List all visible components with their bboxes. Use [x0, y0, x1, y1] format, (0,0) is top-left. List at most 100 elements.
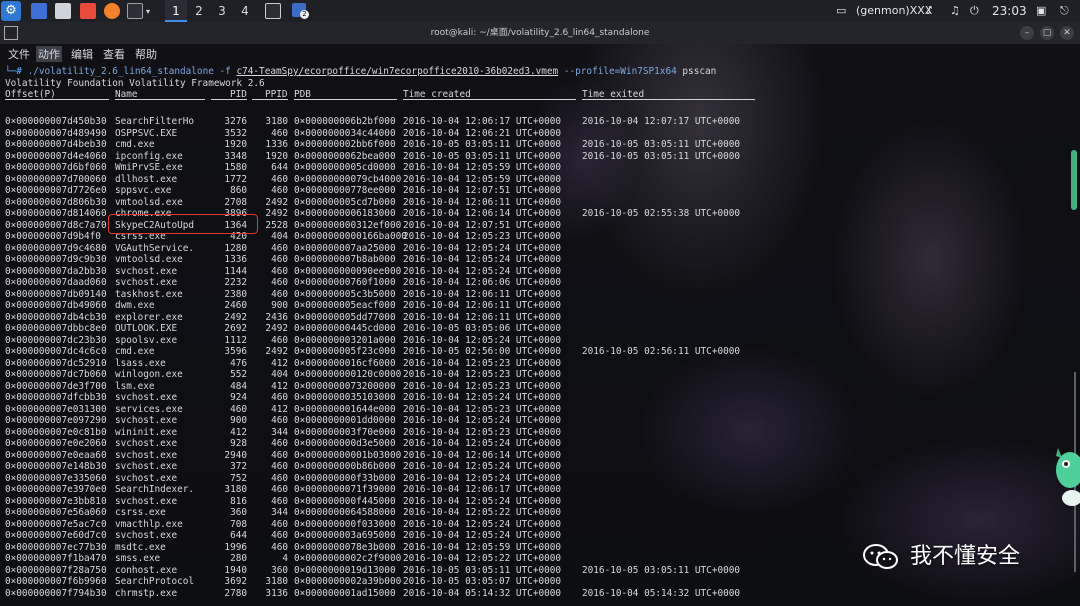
display-icon[interactable]: ▭: [836, 0, 846, 22]
terminal-launcher-icon[interactable]: [127, 3, 143, 19]
cell-exited: 2016-10-05 02:55:38 UTC+0000: [582, 208, 741, 219]
menu-view[interactable]: 查看: [103, 46, 125, 62]
volume-icon[interactable]: ♪: [926, 0, 933, 22]
table-row: 0×000000007e60d7c0 svchost.exe 644 460 0×000…: [0, 530, 800, 542]
cell-ppid: 900: [271, 300, 288, 311]
maximize-button[interactable]: ▢: [1040, 26, 1054, 40]
table-row: 0×000000007da2bb30 svchost.exe 1144 460 0×00…: [0, 266, 800, 278]
cell-name: sppsvc.exe: [115, 185, 172, 196]
chevron-down-icon[interactable]: ▾: [146, 7, 150, 16]
cell-offset: 0×000000007e148b30: [5, 461, 107, 472]
workspace-2[interactable]: 2: [188, 0, 210, 22]
file-manager-icon[interactable]: [55, 3, 71, 19]
cell-offset: 0×000000007f1ba470: [5, 553, 107, 564]
table-row: 0×000000007d700060 dllhost.exe 1772 460 0×00…: [0, 174, 800, 186]
workspace-1[interactable]: 1: [165, 0, 187, 22]
cell-created: 2016-10-05 03:05:06 UTC+0000: [403, 323, 562, 334]
cell-created: 2016-10-04 12:05:24 UTC+0000: [403, 415, 562, 426]
cell-created: 2016-10-04 12:06:21 UTC+0000: [403, 127, 562, 139]
bell-icon[interactable]: ♫: [950, 0, 960, 22]
cell-offset: 0×000000007daad060: [5, 277, 107, 288]
cell-pid: 816: [230, 495, 247, 507]
cell-pid: 2492: [224, 311, 247, 323]
cell-pdb: 0×0000000000166ba000: [294, 231, 407, 242]
cell-ppid: 460: [271, 518, 288, 530]
workspace-3[interactable]: 3: [211, 0, 233, 22]
table-row: 0×000000007de3f700 lsm.exe 484 412 0×0000000…: [0, 381, 800, 393]
command-executable: ./volatility_2.6_lin64_standalone: [27, 66, 214, 77]
cell-name: svchost.exe: [115, 265, 178, 277]
menu-file[interactable]: 文件: [8, 46, 30, 62]
cell-pdb: 0×000000007b8ab000: [294, 254, 396, 265]
banner-line: Volatility Foundation Volatility Framewo…: [5, 78, 265, 89]
close-button[interactable]: ✕: [1060, 26, 1074, 40]
cell-pdb: 0×0000000016cf6000: [294, 357, 396, 369]
cell-created: 2016-10-05 03:05:11 UTC+0000: [403, 564, 562, 576]
firefox-icon[interactable]: [104, 3, 120, 19]
cell-created: 2016-10-04 12:05:23 UTC+0000: [403, 357, 562, 369]
cell-offset: 0×000000007dc52910: [5, 357, 107, 369]
cell-name: svchost.exe: [115, 277, 178, 288]
cell-pid: 928: [230, 438, 247, 449]
cell-ppid: 412: [271, 380, 288, 392]
menu-help[interactable]: 帮助: [135, 46, 157, 62]
table-row: 0×000000007daad060 svchost.exe 2232 460 0×00…: [0, 277, 800, 289]
cell-pid: 360: [230, 507, 247, 518]
cell-name: ipconfig.exe: [115, 150, 183, 162]
desktop-show-icon[interactable]: [31, 3, 47, 19]
cell-ppid: 460: [271, 288, 288, 300]
cell-created: 2016-10-04 12:05:24 UTC+0000: [403, 438, 562, 449]
workspace-4[interactable]: 4: [234, 0, 256, 22]
cell-pdb: 0×000000005eacf000: [294, 300, 396, 311]
cell-created: 2016-10-04 12:05:22 UTC+0000: [403, 553, 562, 564]
logout-icon[interactable]: ⎋: [1060, 0, 1069, 22]
cell-name: svchost.exe: [115, 449, 178, 461]
menu-edit[interactable]: 编辑: [71, 46, 93, 62]
cell-ppid: 460: [271, 541, 288, 553]
cell-offset: 0×000000007d4beb30: [5, 139, 107, 150]
cell-pdb: 0×000000003201a000: [294, 334, 396, 346]
cell-pdb: 0×000000005c3b5000: [294, 288, 396, 300]
table-row: 0×000000007d489490 OSPPSVC.EXE 3532 460 0×00…: [0, 128, 800, 140]
cell-pdb: 0×0000000019d13000: [294, 564, 396, 576]
command-plugin: psscan: [682, 66, 717, 77]
cell-offset: 0×000000007e60d7c0: [5, 530, 107, 541]
header-underline: [252, 99, 288, 100]
cell-exited: 2016-10-05 03:05:11 UTC+0000: [582, 139, 741, 150]
cell-offset: 0×000000007dc4c6c0: [5, 346, 107, 357]
cell-offset: 0×000000007e3bb810: [5, 495, 107, 507]
cell-created: 2016-10-04 12:06:11 UTC+0000: [403, 300, 562, 311]
cell-created: 2016-10-04 12:05:24 UTC+0000: [403, 495, 562, 507]
terminal-window-icon: [4, 26, 18, 40]
cell-name: dwm.exe: [115, 300, 155, 311]
scrollbar-handle[interactable]: [1071, 150, 1077, 210]
text-editor-icon[interactable]: [80, 3, 96, 19]
menu-action[interactable]: 动作: [36, 46, 62, 62]
terminal-window-button[interactable]: [265, 3, 281, 19]
minimize-button[interactable]: –: [1020, 26, 1034, 40]
cell-ppid: 460: [271, 449, 288, 461]
table-row: 0×000000007dbbc8e0 OUTLOOK.EXE 2692 2492 0×0…: [0, 323, 800, 335]
cell-created: 2016-10-04 12:05:24 UTC+0000: [403, 334, 562, 346]
cell-pdb: 0×00000000079cb4000: [294, 173, 402, 185]
cell-offset: 0×000000007dc23b30: [5, 334, 107, 346]
terminal-output[interactable]: └─# ./volatility_2.6_lin64_standalone -f…: [0, 63, 1080, 606]
cell-offset: 0×000000007e56a060: [5, 507, 107, 518]
lock-icon[interactable]: ▣: [1036, 0, 1046, 22]
cell-pid: 2940: [224, 449, 247, 461]
cell-created: 2016-10-04 12:05:24 UTC+0000: [403, 254, 562, 265]
cell-offset: 0×000000007e031300: [5, 403, 107, 415]
power-icon[interactable]: ⏻: [970, 0, 979, 22]
cell-offset: 0×000000007da2bb30: [5, 265, 107, 277]
cell-offset: 0×000000007d9b4f0: [5, 231, 101, 242]
cell-offset: 0×000000007d9c4680: [5, 242, 107, 254]
cell-name: spoolsv.exe: [115, 334, 178, 346]
cell-pdb: 0×000000000312ef000: [294, 219, 402, 231]
cell-pid: 1940: [224, 564, 247, 576]
kali-menu-icon[interactable]: ⚙: [1, 1, 21, 21]
cell-created: 2016-10-05 03:05:07 UTC+0000: [403, 576, 562, 587]
cell-ppid: 460: [271, 242, 288, 254]
header-underline: [211, 99, 247, 100]
cell-pid: 1996: [224, 541, 247, 553]
table-header: Offset(P) Name PID PPID PDB Time created…: [0, 89, 800, 101]
